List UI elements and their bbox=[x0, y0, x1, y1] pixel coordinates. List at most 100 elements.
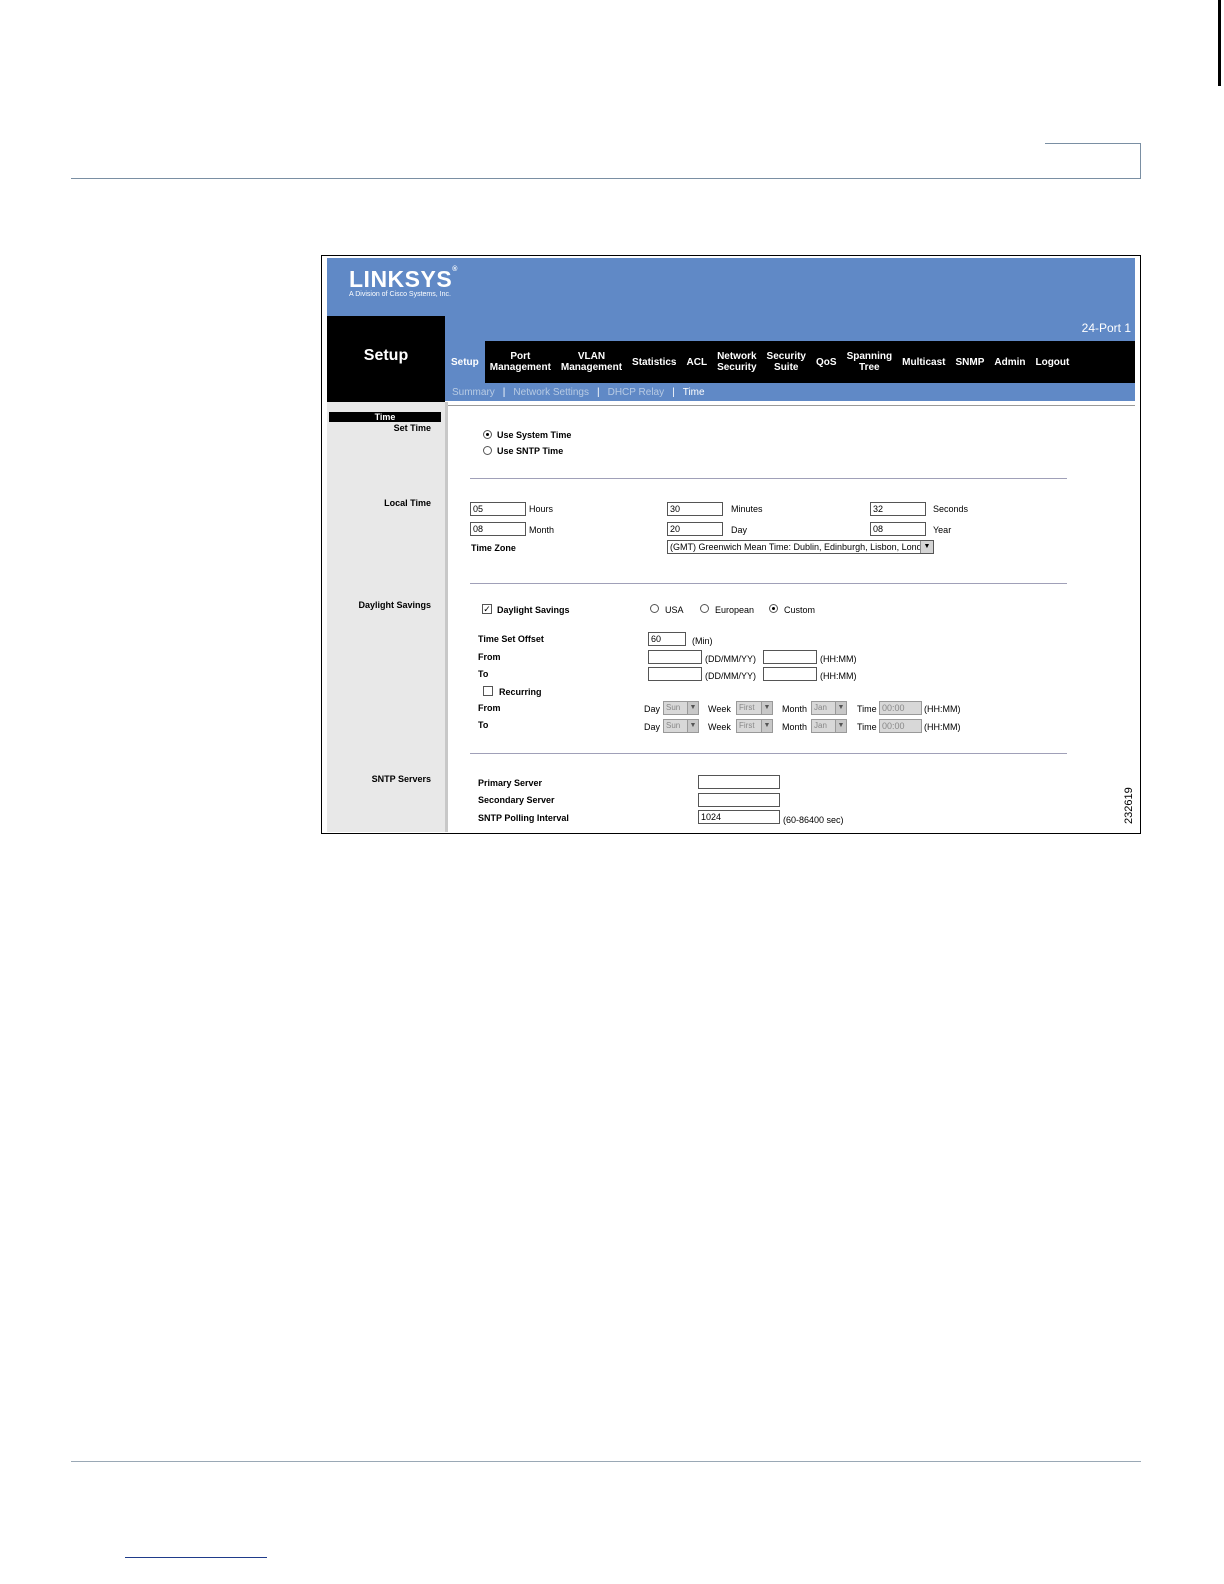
time-zone-select[interactable]: (GMT) Greenwich Mean Time: Dublin, Edinb… bbox=[667, 540, 934, 554]
time-set-offset-input[interactable] bbox=[648, 632, 686, 646]
recurring-to-label: To bbox=[478, 720, 489, 730]
dst-usa-radio[interactable] bbox=[650, 604, 659, 613]
nav-statistics[interactable]: Statistics bbox=[627, 357, 681, 368]
sidebar-label-daylight-savings: Daylight Savings bbox=[358, 600, 431, 610]
product-name: 24-Port 1 bbox=[1081, 321, 1131, 335]
brand-bar: LINKSYS® A Division of Cisco Systems, In… bbox=[327, 258, 1135, 316]
recurring-label: Recurring bbox=[499, 687, 542, 697]
polling-interval-input[interactable] bbox=[698, 810, 780, 824]
secondary-server-input[interactable] bbox=[698, 793, 780, 807]
use-system-time-radio[interactable] bbox=[483, 430, 492, 439]
chevron-down-icon: ▼ bbox=[835, 720, 846, 732]
minutes-input[interactable] bbox=[667, 502, 723, 516]
rec-from-day-select[interactable]: Sun ▼ bbox=[663, 701, 699, 715]
nav-snmp[interactable]: SNMP bbox=[950, 357, 989, 368]
nav-acl[interactable]: ACL bbox=[682, 357, 713, 368]
month-input[interactable] bbox=[470, 522, 526, 536]
header-tab-box bbox=[1045, 143, 1141, 179]
linksys-logo: LINKSYS® bbox=[349, 266, 458, 292]
dst-european-radio[interactable] bbox=[700, 604, 709, 613]
subnav-dhcp-relay[interactable]: DHCP Relay bbox=[608, 387, 665, 398]
minutes-label: Minutes bbox=[731, 504, 763, 514]
rec-from-time-input[interactable] bbox=[879, 701, 922, 715]
rec-to-week-select[interactable]: First ▼ bbox=[736, 719, 773, 733]
rec-from-week-value: First bbox=[739, 703, 755, 712]
rec-from-month-select[interactable]: Jan ▼ bbox=[811, 701, 847, 715]
recurring-checkbox[interactable] bbox=[483, 686, 493, 696]
figure-id: 232619 bbox=[1123, 787, 1135, 824]
dst-from-date-input[interactable] bbox=[648, 650, 702, 664]
sidebar-label-set-time: Set Time bbox=[393, 423, 431, 433]
rec-time-format-label: (HH:MM) bbox=[924, 722, 961, 732]
rec-from-week-select[interactable]: First ▼ bbox=[736, 701, 773, 715]
nav-spanning-tree[interactable]: Spanning Tree bbox=[842, 351, 898, 373]
use-sntp-time-label: Use SNTP Time bbox=[497, 446, 564, 456]
seconds-label: Seconds bbox=[933, 504, 969, 514]
year-input[interactable] bbox=[870, 522, 926, 536]
dst-custom-label: Custom bbox=[784, 605, 816, 615]
dst-to-date-input[interactable] bbox=[648, 667, 702, 681]
use-system-time-label: Use System Time bbox=[497, 430, 572, 440]
dst-usa-label: USA bbox=[665, 605, 684, 615]
dst-to-label: To bbox=[478, 669, 489, 679]
rec-to-time-input[interactable] bbox=[879, 719, 922, 733]
nav-security-suite[interactable]: Security Suite bbox=[762, 351, 811, 373]
rec-day-label: Day bbox=[644, 704, 661, 714]
nav-vlan-management[interactable]: VLAN Management bbox=[556, 351, 627, 373]
rec-from-day-value: Sun bbox=[666, 703, 681, 712]
dst-european-label: European bbox=[715, 605, 755, 615]
polling-interval-label: SNTP Polling Interval bbox=[478, 813, 569, 823]
section-header-panel: Setup bbox=[327, 316, 445, 402]
time-zone-value: (GMT) Greenwich Mean Time: Dublin, Edinb… bbox=[670, 542, 932, 552]
chevron-down-icon: ▼ bbox=[687, 720, 698, 732]
nav-network-security[interactable]: Network Security bbox=[712, 351, 761, 373]
rec-from-month-value: Jan bbox=[814, 703, 827, 712]
subnav-time[interactable]: Time bbox=[683, 387, 705, 398]
rec-to-week-value: First bbox=[739, 721, 755, 730]
day-input[interactable] bbox=[667, 522, 723, 536]
rec-month-label: Month bbox=[782, 704, 808, 714]
daylight-savings-checkbox[interactable]: ✓ bbox=[482, 604, 492, 614]
seconds-input[interactable] bbox=[870, 502, 926, 516]
dst-custom-radio[interactable] bbox=[769, 604, 778, 613]
sidebar: Time Set Time Local Time Daylight Saving… bbox=[327, 402, 445, 832]
chevron-down-icon: ▼ bbox=[835, 702, 846, 714]
rec-time-format-label: (HH:MM) bbox=[924, 704, 961, 714]
sidebar-label-sntp-servers: SNTP Servers bbox=[371, 774, 431, 784]
primary-server-input[interactable] bbox=[698, 775, 780, 789]
product-title-bar: 24-Port 1 bbox=[445, 316, 1135, 341]
rec-to-month-select[interactable]: Jan ▼ bbox=[811, 719, 847, 733]
nav-admin[interactable]: Admin bbox=[989, 357, 1030, 368]
rec-to-month-value: Jan bbox=[814, 721, 827, 730]
sub-nav: Summary | Network Settings | DHCP Relay … bbox=[445, 383, 1135, 401]
use-sntp-time-radio[interactable] bbox=[483, 446, 492, 455]
nav-qos[interactable]: QoS bbox=[811, 357, 842, 368]
subnav-network-settings[interactable]: Network Settings bbox=[513, 387, 589, 398]
dst-to-time-input[interactable] bbox=[763, 667, 817, 681]
chevron-down-icon: ▼ bbox=[687, 702, 698, 714]
section-divider bbox=[470, 583, 1067, 584]
time-format-label: (HH:MM) bbox=[820, 654, 857, 664]
nav-logout[interactable]: Logout bbox=[1030, 357, 1074, 368]
section-title: Setup bbox=[363, 347, 409, 364]
subnav-separator: | bbox=[672, 386, 675, 398]
hours-input[interactable] bbox=[470, 502, 526, 516]
day-label: Day bbox=[731, 525, 748, 535]
section-divider bbox=[470, 478, 1067, 479]
section-divider bbox=[470, 753, 1067, 754]
subnav-summary[interactable]: Summary bbox=[452, 387, 495, 398]
rec-month-label: Month bbox=[782, 722, 808, 732]
rec-to-day-select[interactable]: Sun ▼ bbox=[663, 719, 699, 733]
dst-from-time-input[interactable] bbox=[763, 650, 817, 664]
screenshot-frame: LINKSYS® A Division of Cisco Systems, In… bbox=[321, 255, 1141, 834]
secondary-server-label: Secondary Server bbox=[478, 795, 555, 805]
footer-rule bbox=[71, 1461, 1141, 1462]
nav-multicast[interactable]: Multicast bbox=[897, 357, 950, 368]
recurring-from-label: From bbox=[478, 703, 501, 713]
chevron-down-icon: ▼ bbox=[920, 541, 933, 553]
nav-setup[interactable]: Setup bbox=[445, 341, 485, 383]
subnav-separator: | bbox=[502, 386, 506, 398]
sidebar-time-heading: Time bbox=[329, 412, 441, 422]
nav-port-management[interactable]: Port Management bbox=[485, 351, 556, 373]
time-set-offset-label: Time Set Offset bbox=[478, 634, 544, 644]
